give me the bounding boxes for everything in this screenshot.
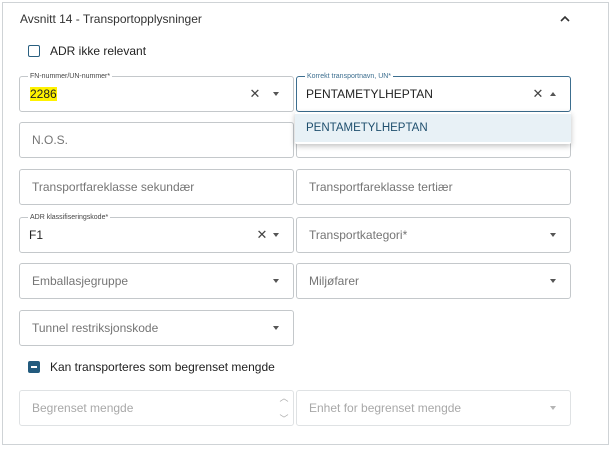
limited-quantity-label: Kan transporteres som begrenset mengde (50, 360, 275, 374)
adr-not-relevant-checkbox[interactable] (28, 45, 40, 57)
limited-quantity-checkbox[interactable] (28, 361, 40, 373)
chevron-down-icon[interactable] (273, 279, 279, 283)
tunnel-restriction-placeholder: Tunnel restriksjonskode (32, 321, 159, 335)
environmental-hazards-placeholder: Miljøfarer (309, 274, 359, 288)
stepper-up-icon[interactable]: ︿ (279, 394, 288, 403)
chevron-down-icon[interactable] (273, 92, 279, 96)
number-stepper[interactable]: ︿ ﹀ (279, 394, 289, 424)
clear-icon[interactable]: ✕ (532, 86, 544, 101)
packing-group-field[interactable]: Emballasjegruppe (19, 263, 294, 299)
transport-name-value: PENTAMETYLHEPTAN (306, 87, 433, 101)
chevron-up-icon[interactable] (550, 92, 556, 96)
tunnel-restriction-field[interactable]: Tunnel restriksjonskode (19, 310, 294, 346)
adr-classification-field[interactable]: ADR klassifiseringskode* F1 ✕ (19, 213, 294, 253)
limited-quantity-field[interactable]: Begrenset mengde ︿ ﹀ (19, 390, 294, 426)
transport-category-placeholder: Transportkategori* (309, 228, 408, 242)
chevron-down-icon[interactable] (550, 406, 556, 410)
adr-not-relevant-label: ADR ikke relevant (50, 44, 147, 58)
transport-category-field[interactable]: Transportkategori* (296, 217, 571, 253)
section-title: Avsnitt 14 - Transportopplysninger (20, 12, 202, 26)
un-number-label: FN-nummer/UN-nummer* (28, 72, 113, 81)
un-number-field[interactable]: FN-nummer/UN-nummer* 2286 ✕ (19, 72, 294, 112)
un-number-value: 2286 (30, 87, 57, 101)
nos-field[interactable]: N.O.S. (19, 122, 294, 158)
transport-name-dropdown: PENTAMETYLHEPTAN (295, 112, 571, 144)
adr-classification-label: ADR klassifiseringskode* (28, 213, 111, 222)
chevron-down-icon[interactable] (273, 326, 279, 330)
packing-group-placeholder: Emballasjegruppe (32, 274, 129, 288)
clear-icon[interactable]: ✕ (256, 227, 268, 242)
transport-name-label: Korrekt transportnavn, UN* (305, 72, 394, 81)
hazard-class-tertiary-field[interactable]: Transportfareklasse tertiær (296, 169, 571, 205)
hazard-class-secondary-placeholder: Transportfareklasse sekundær (32, 180, 195, 194)
chevron-down-icon[interactable] (273, 233, 279, 237)
chevron-down-icon[interactable] (550, 279, 556, 283)
limited-quantity-unit-placeholder: Enhet for begrenset mengde (309, 401, 462, 415)
transport-name-field[interactable]: Korrekt transportnavn, UN* PENTAMETYLHEP… (296, 72, 571, 112)
dropdown-option[interactable]: PENTAMETYLHEPTAN (295, 114, 571, 142)
hazard-class-secondary-field[interactable]: Transportfareklasse sekundær (19, 169, 294, 205)
chevron-up-icon[interactable] (556, 9, 574, 27)
limited-quantity-unit-field[interactable]: Enhet for begrenset mengde (296, 390, 571, 426)
chevron-down-icon[interactable] (550, 233, 556, 237)
stepper-down-icon[interactable]: ﹀ (279, 415, 288, 424)
environmental-hazards-field[interactable]: Miljøfarer (296, 263, 571, 299)
limited-quantity-placeholder: Begrenset mengde (32, 401, 134, 415)
nos-placeholder: N.O.S. (32, 133, 69, 147)
hazard-class-tertiary-placeholder: Transportfareklasse tertiær (309, 180, 453, 194)
dropdown-option-label: PENTAMETYLHEPTAN (306, 122, 428, 134)
clear-icon[interactable]: ✕ (249, 86, 261, 101)
adr-classification-value: F1 (29, 228, 44, 242)
